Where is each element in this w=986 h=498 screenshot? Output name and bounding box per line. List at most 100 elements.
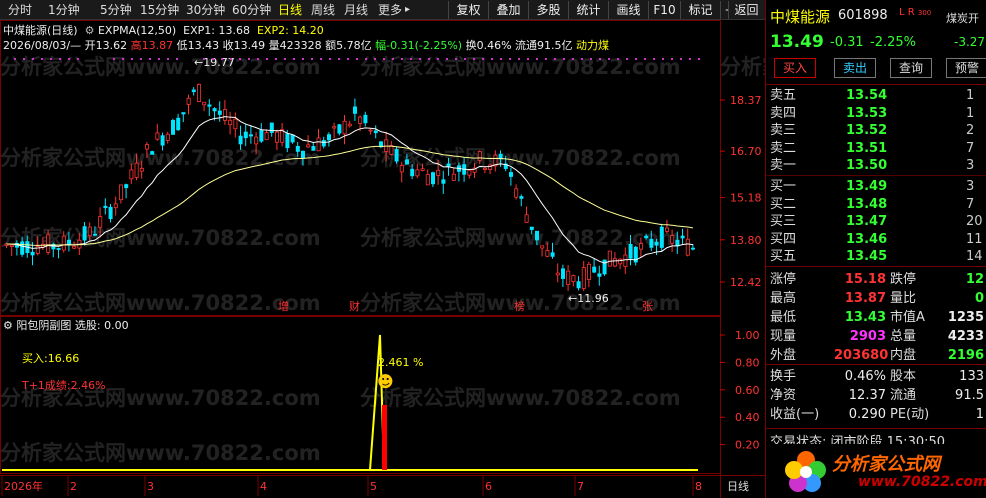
candle-down <box>352 106 357 114</box>
candle-up <box>415 169 420 177</box>
fuquan-button[interactable]: 复权 <box>448 1 488 19</box>
signal-dot <box>320 58 322 60</box>
candle-down <box>592 266 597 273</box>
ask-row-3[interactable]: 卖三 13.52 2 <box>766 122 986 140</box>
chart-stock-name: 中煤能源(日线) <box>3 24 78 37</box>
f10-button[interactable]: F10 <box>648 1 680 19</box>
sub-axis-label: 1.00 <box>735 329 760 342</box>
candle-down <box>67 239 72 245</box>
ask-row-3-price: 13.52 <box>846 123 888 138</box>
ask-row-4-price: 13.53 <box>846 105 888 121</box>
indicator-settings-icon[interactable]: ⚙ <box>81 24 95 37</box>
candle-up <box>254 136 259 145</box>
buy-button[interactable]: 买入 <box>774 58 816 78</box>
candle-up <box>420 168 425 171</box>
event-marker: 榜 <box>514 299 525 313</box>
candle-down <box>30 251 35 256</box>
quote-panel: 中煤能源 601898 L R 300 煤炭开 13.49 -0.31 -2.2… <box>765 0 986 498</box>
chart-indicator-name[interactable]: EXPMA(12,50) <box>98 24 176 37</box>
ask-row-1-price: 13.50 <box>846 158 888 173</box>
bid-row-1-volume: 3 <box>966 179 975 194</box>
ask-row-1-label: 卖一 <box>770 158 797 173</box>
bid-row-5[interactable]: 买五 13.45 14 <box>766 248 986 266</box>
price-axis-label: 16.70 <box>730 145 762 158</box>
bid-row-2[interactable]: 买二 13.48 7 <box>766 196 986 214</box>
quote-change-pct: -2.25% <box>870 35 916 50</box>
sub-chart-settings-icon[interactable]: ⚙ <box>3 319 13 332</box>
quote-side-change: -3.27 <box>954 35 986 49</box>
signal-dot <box>50 58 52 60</box>
mark-button[interactable]: 标记 <box>680 1 720 19</box>
candle-up <box>436 169 441 176</box>
stat-value: 2196 <box>947 348 984 363</box>
candle-up <box>186 97 191 105</box>
stat-label: 涨停 <box>770 272 797 287</box>
statistics-button[interactable]: 统计 <box>568 1 608 19</box>
draw-line-button[interactable]: 画线 <box>608 1 648 19</box>
signal-dot <box>527 58 529 60</box>
more-arrow-icon[interactable]: ▸ <box>405 2 410 18</box>
period-tab-fenshi[interactable]: 分时 <box>8 2 32 18</box>
candle-up <box>467 169 472 176</box>
query-button[interactable]: 查询 <box>890 58 932 78</box>
bid-row-1-price: 13.49 <box>846 179 888 194</box>
signal-dot <box>176 58 178 60</box>
candle-up <box>670 235 675 244</box>
signal-dot <box>698 58 700 60</box>
bid-row-3-price: 13.47 <box>846 214 888 229</box>
bar-sector[interactable]: 动力煤 <box>576 39 609 52</box>
candle-up <box>685 238 690 256</box>
stat2-value: 0.46% <box>844 369 886 384</box>
sub-chart-title[interactable]: 阳包阴副图 <box>16 319 71 332</box>
candle-down <box>160 135 165 146</box>
bid-row-3[interactable]: 买三 13.47 20 <box>766 213 986 231</box>
period-tab-daily[interactable]: 日线 <box>278 2 302 18</box>
quote-badge: L R 300 <box>899 7 931 18</box>
price-axis-label: 15.18 <box>730 192 762 205</box>
signal-dot <box>644 58 646 60</box>
multi-stock-button[interactable]: 多股 <box>528 1 568 19</box>
signal-dot <box>383 58 385 60</box>
back-button[interactable]: 返回 <box>728 1 764 19</box>
ask-row-5[interactable]: 卖五 13.54 1 <box>766 87 986 105</box>
kline-chart[interactable]: 分析家公式网www.70822.com 分析家公式网www.70822.com 分析… <box>0 20 765 498</box>
chart-header-line2: 2026/08/03/— 开13.62 高13.87 低13.43 收13.49… <box>3 37 609 53</box>
period-tab-60min[interactable]: 60分钟 <box>232 2 271 18</box>
signal-dot <box>212 58 214 60</box>
period-tab-1min[interactable]: 1分钟 <box>48 2 80 18</box>
signal-dot <box>500 58 502 60</box>
ask-row-2-volume: 7 <box>966 140 975 156</box>
candle-up <box>274 131 279 143</box>
candle-up <box>202 101 207 106</box>
candle-down <box>363 114 368 124</box>
exp1-value: EXP1: 13.68 <box>183 24 250 37</box>
period-tab-15min[interactable]: 15分钟 <box>140 2 179 18</box>
ask-row-2[interactable]: 卖二 13.51 7 <box>766 140 986 158</box>
bid-row-2-volume: 7 <box>966 196 975 212</box>
bid-row-4[interactable]: 买四 13.46 11 <box>766 231 986 249</box>
ask-row-4[interactable]: 卖四 13.53 1 <box>766 105 986 123</box>
sell-button[interactable]: 卖出 <box>834 58 876 78</box>
sub-chart-select-value: 选股: 0.00 <box>74 319 129 332</box>
bid-row-2-price: 13.48 <box>846 196 888 212</box>
bid-row-1[interactable]: 买一 13.49 3 <box>766 178 986 196</box>
bar-high: 高13.87 <box>130 39 174 52</box>
period-tab-30min[interactable]: 30分钟 <box>186 2 225 18</box>
signal-dot <box>266 58 268 60</box>
stat-label: 现量 <box>770 329 797 344</box>
divider <box>766 175 986 176</box>
signal-dot <box>329 58 331 60</box>
period-tab-5min[interactable]: 5分钟 <box>100 2 132 18</box>
ask-row-1[interactable]: 卖一 13.50 3 <box>766 157 986 175</box>
overlay-button[interactable]: 叠加 <box>488 1 528 19</box>
candle-up <box>165 133 170 141</box>
period-tab-more[interactable]: 更多 <box>378 2 402 18</box>
candle-up <box>87 226 92 237</box>
candle-up <box>665 227 670 232</box>
period-tab-weekly[interactable]: 周线 <box>311 2 335 18</box>
ask-row-4-volume: 1 <box>966 105 975 121</box>
stat2-row: 净资 12.37 流通 91.5 <box>766 387 986 405</box>
period-tab-monthly[interactable]: 月线 <box>344 2 368 18</box>
alert-button[interactable]: 预警 <box>946 58 986 78</box>
signal-dot <box>347 58 349 60</box>
